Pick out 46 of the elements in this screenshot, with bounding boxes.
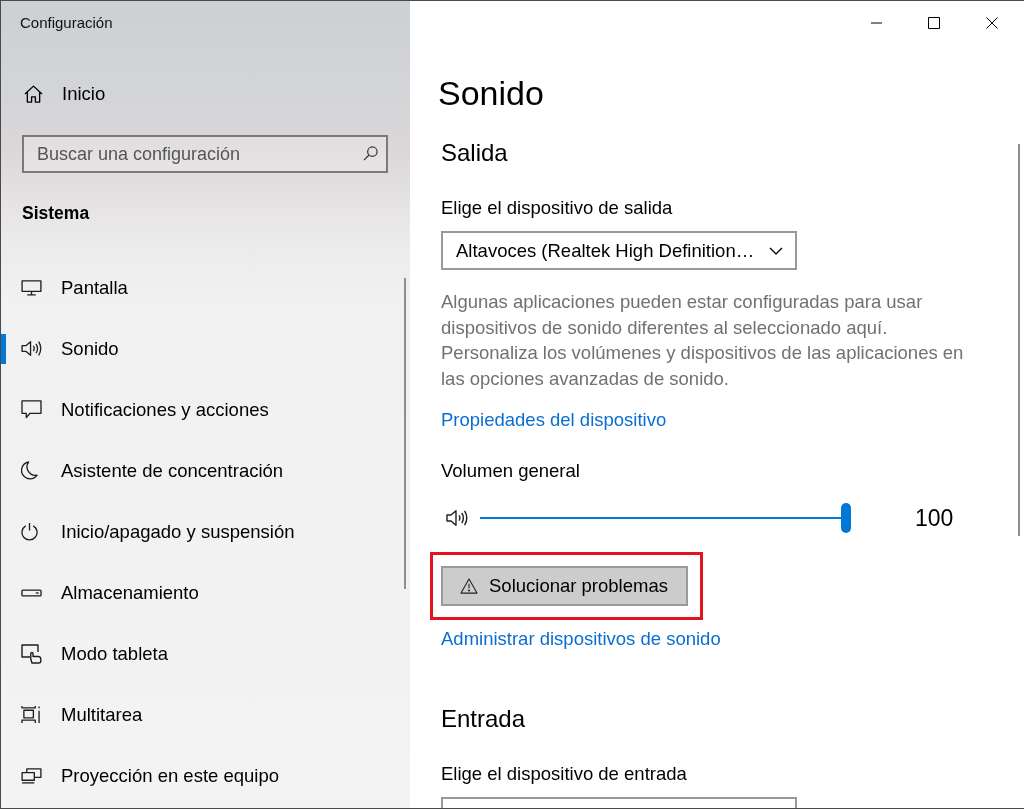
device-dropdown[interactable]: Altavoces (Realtek High Definition… <box>441 231 797 270</box>
monitor-icon <box>21 279 42 296</box>
volume-value: 100 <box>915 504 954 532</box>
nav-item[interactable]: Almacenamiento <box>1 562 211 623</box>
chevron-down-icon <box>769 246 783 255</box>
field-label: Elige el dispositivo de entrada <box>441 762 687 786</box>
volume-label: Volumen general <box>441 459 580 483</box>
nav-item[interactable]: Inicio/apagado y suspensión <box>1 501 307 562</box>
scrollbar[interactable] <box>404 278 406 589</box>
crescent-moon-icon <box>21 461 38 480</box>
page-title: Sonido <box>438 73 544 114</box>
nav-item[interactable]: Proyección en este equipo <box>1 745 292 806</box>
search-icon <box>363 146 378 161</box>
split-window-icon <box>21 705 41 724</box>
section-heading: Sistema <box>22 202 90 225</box>
nav-item[interactable]: Modo tableta <box>1 623 180 684</box>
selection-indicator <box>1 333 6 364</box>
properties-link[interactable]: Propiedades del dispositivo <box>441 407 667 433</box>
troubleshoot-button[interactable]: Solucionar problemas <box>441 566 688 606</box>
speech-bubble-icon <box>21 400 42 419</box>
nav-item[interactable]: Notificaciones y acciones <box>1 379 281 440</box>
maximize-icon <box>928 16 940 29</box>
home-link[interactable]: Inicio <box>1 72 118 116</box>
home-icon <box>24 85 43 103</box>
manage-devices-link[interactable]: Administrar dispositivos de sonido <box>441 626 721 652</box>
tablet-touch-icon <box>21 643 42 664</box>
nav-item[interactable]: Sonido <box>1 318 131 379</box>
slider-thumb[interactable] <box>841 503 851 533</box>
minimize-icon <box>870 21 882 24</box>
power-icon <box>21 522 38 541</box>
warning-icon <box>460 578 478 594</box>
section-heading: Salida <box>441 138 508 168</box>
drive-icon <box>21 588 42 597</box>
search-field[interactable]: Buscar una configuración <box>22 135 388 173</box>
speaker-icon <box>21 340 42 357</box>
description-text: Algunas aplicaciones pueden estar configuradas para usar dispositivos de sonido diferentes al seleccionado aquí. Personaliza los volúmenes y dispositivos de las aplicaciones en las opciones avanzadas de sonido. <box>441 290 965 391</box>
scrollbar[interactable] <box>1018 144 1020 536</box>
close-icon <box>986 16 998 29</box>
window-title: Configuración <box>19 13 113 33</box>
two-monitors-icon <box>21 767 42 784</box>
nav-item[interactable]: Asistente de concentración <box>1 440 296 501</box>
section-heading: Entrada <box>441 704 526 734</box>
field-label: Elige el dispositivo de salida <box>441 196 673 220</box>
nav-item[interactable]: Pantalla <box>1 257 140 318</box>
speaker-icon <box>446 509 468 527</box>
nav-item[interactable]: Multitarea <box>1 684 155 745</box>
